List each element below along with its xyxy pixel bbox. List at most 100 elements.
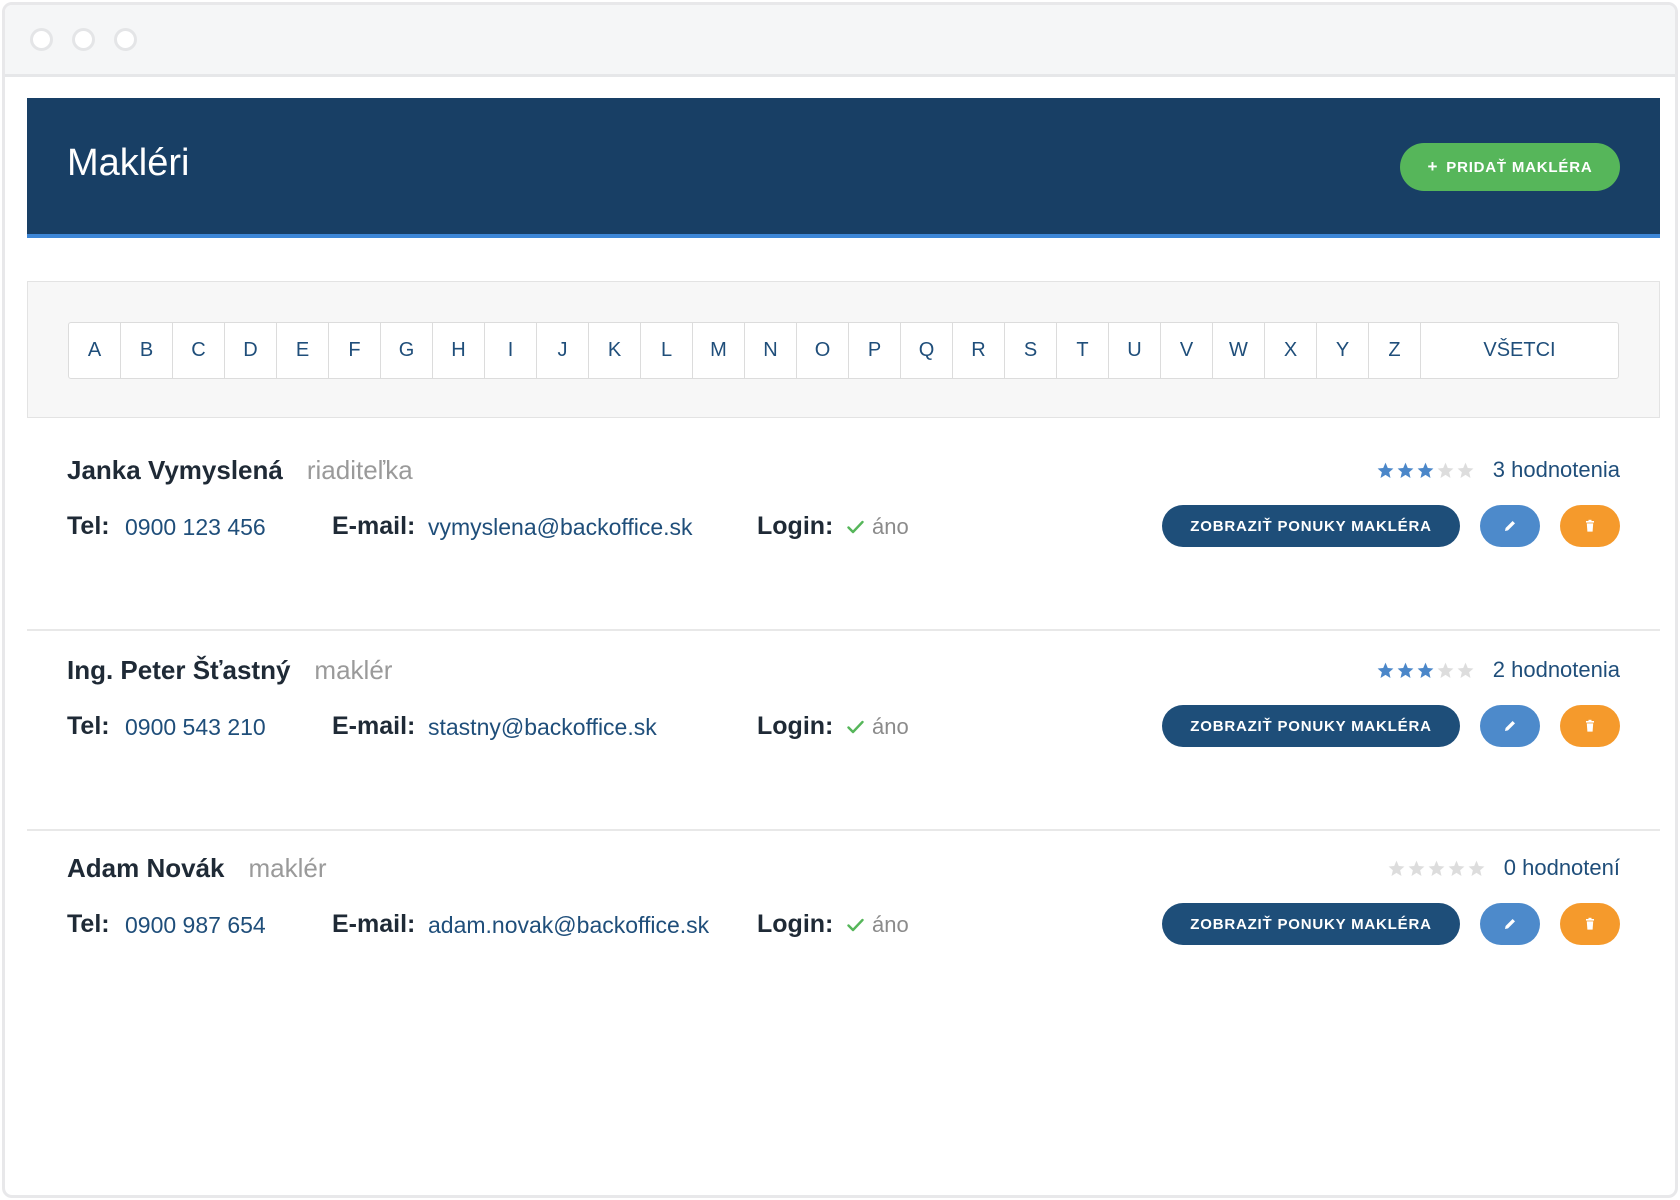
star-empty-icon [1456,661,1475,680]
browser-window: Makléri + PRIDAŤ MAKLÉRA ABCDEFGHIJKLMNO… [2,2,1678,1198]
star-empty-icon [1436,461,1455,480]
letter-filter-all[interactable]: VŠETCI [1421,323,1618,378]
letter-filter-o[interactable]: O [797,323,849,378]
letter-filter-j[interactable]: J [537,323,589,378]
letter-filter-l[interactable]: L [641,323,693,378]
letter-filter-p[interactable]: P [849,323,901,378]
letter-filter-k[interactable]: K [589,323,641,378]
tel-link[interactable]: 0900 543 210 [125,714,266,741]
star-filled-icon [1376,461,1395,480]
pencil-icon [1505,919,1515,929]
rating-stars [1387,859,1486,878]
letter-filter-u[interactable]: U [1109,323,1161,378]
tel-link[interactable]: 0900 123 456 [125,514,266,541]
page-title: Makléri [67,142,190,184]
letter-filter-i[interactable]: I [485,323,537,378]
letter-filter-a[interactable]: A [69,323,121,378]
letter-filter-x[interactable]: X [1265,323,1317,378]
login-status: áno [847,514,909,540]
broker-name-text: Ing. Peter Šťastný [67,655,291,685]
star-empty-icon [1427,859,1446,878]
delete-broker-button[interactable] [1560,903,1620,945]
delete-broker-button[interactable] [1560,505,1620,547]
edit-broker-button[interactable] [1480,705,1540,747]
broker-rating: 3 hodnotenia [1376,457,1620,483]
login-value: áno [872,912,909,937]
star-filled-icon [1416,461,1435,480]
letter-filter-e[interactable]: E [277,323,329,378]
delete-broker-button[interactable] [1560,705,1620,747]
window-maximize-dot[interactable] [114,28,137,51]
broker-role: riaditeľka [306,455,413,485]
plus-icon: + [1427,157,1439,176]
reviews-link[interactable]: 2 hodnotenia [1493,657,1620,683]
trash-icon [1586,917,1594,930]
tel-label: Tel: [67,712,110,740]
login-value: áno [872,514,909,539]
tel-link[interactable]: 0900 987 654 [125,912,266,939]
login-value: áno [872,714,909,739]
check-icon [847,520,864,534]
reviews-link[interactable]: 0 hodnotení [1504,855,1620,881]
broker-role: maklér [314,655,393,685]
tel-label: Tel: [67,512,110,540]
trash-icon [1586,719,1594,732]
star-empty-icon [1387,859,1406,878]
letter-filter-n[interactable]: N [745,323,797,378]
show-offers-button[interactable]: ZOBRAZIŤ PONUKY MAKLÉRA [1162,505,1460,547]
letter-filter-y[interactable]: Y [1317,323,1369,378]
star-filled-icon [1396,661,1415,680]
star-empty-icon [1436,661,1455,680]
letter-filter-c[interactable]: C [173,323,225,378]
add-broker-label: PRIDAŤ MAKLÉRA [1446,158,1593,176]
window-close-dot[interactable] [30,28,53,51]
broker-row: Janka Vymyslená riaditeľka 3 hodnotenia Tel… [27,417,1660,631]
broker-role: maklér [248,853,327,883]
star-empty-icon [1407,859,1426,878]
letter-filter-r[interactable]: R [953,323,1005,378]
star-filled-icon [1396,461,1415,480]
login-label: Login: [757,512,834,540]
email-link[interactable]: stastny@backoffice.sk [428,714,657,741]
letter-filter-m[interactable]: M [693,323,745,378]
broker-name-text: Janka Vymyslená [67,455,283,485]
edit-broker-button[interactable] [1480,903,1540,945]
letter-filter-t[interactable]: T [1057,323,1109,378]
email-link[interactable]: adam.novak@backoffice.sk [428,912,709,939]
broker-row: Ing. Peter Šťastný maklér 2 hodnotenia Tel:… [27,617,1660,831]
letter-filter-s[interactable]: S [1005,323,1057,378]
letter-filter-z[interactable]: Z [1369,323,1421,378]
edit-broker-button[interactable] [1480,505,1540,547]
star-filled-icon [1376,661,1395,680]
rating-stars [1376,461,1475,480]
letter-filter-q[interactable]: Q [901,323,953,378]
letter-filter-h[interactable]: H [433,323,485,378]
star-empty-icon [1447,859,1466,878]
broker-row: Adam Novák maklér 0 hodnotení Tel: 0900 987 … [27,815,1660,1029]
rating-stars [1376,661,1475,680]
login-status: áno [847,912,909,938]
star-empty-icon [1467,859,1486,878]
email-link[interactable]: vymyslena@backoffice.sk [428,514,693,541]
alphabet-filter-panel: A B C D E F G H I J K L M N O P Q R S T U V W X Y Z VŠETCI [27,281,1660,418]
pencil-icon [1505,721,1515,731]
broker-name: Adam Novák maklér [67,853,327,884]
letter-filter-d[interactable]: D [225,323,277,378]
broker-name-text: Adam Novák [67,853,225,883]
add-broker-button[interactable]: + PRIDAŤ MAKLÉRA [1400,143,1620,191]
letter-filter-g[interactable]: G [381,323,433,378]
letter-filter-f[interactable]: F [329,323,381,378]
login-label: Login: [757,910,834,938]
broker-name: Janka Vymyslená riaditeľka [67,455,413,486]
check-icon [847,918,864,932]
broker-rating: 0 hodnotení [1387,855,1620,881]
letter-filter-b[interactable]: B [121,323,173,378]
letter-filter-v[interactable]: V [1161,323,1213,378]
show-offers-button[interactable]: ZOBRAZIŤ PONUKY MAKLÉRA [1162,903,1460,945]
window-minimize-dot[interactable] [72,28,95,51]
letter-filter-w[interactable]: W [1213,323,1265,378]
show-offers-button[interactable]: ZOBRAZIŤ PONUKY MAKLÉRA [1162,705,1460,747]
email-label: E-mail: [332,512,416,540]
reviews-link[interactable]: 3 hodnotenia [1493,457,1620,483]
login-label: Login: [757,712,834,740]
